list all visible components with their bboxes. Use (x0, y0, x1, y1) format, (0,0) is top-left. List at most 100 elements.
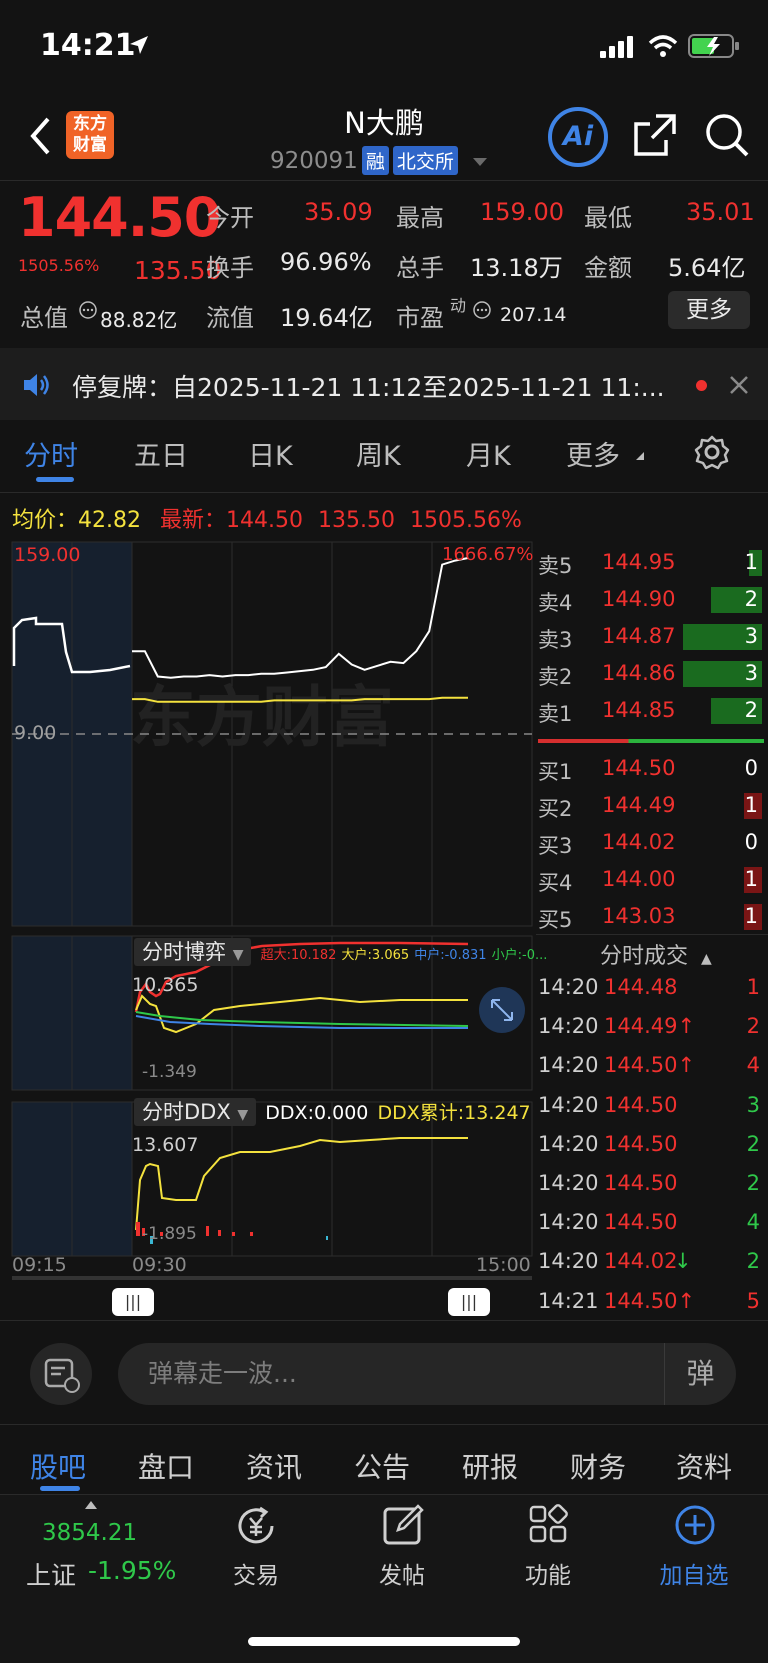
trades-caret-icon: ▲ (701, 951, 712, 967)
tab-finance[interactable]: 财务 (570, 1446, 626, 1486)
index-widget[interactable]: 3854.21 上证 -1.95% (24, 1500, 194, 1600)
pe-sup: 动 (450, 296, 467, 315)
ask-row[interactable]: 卖3 144.87 3 (538, 620, 764, 656)
post-button[interactable]: 发帖 (342, 1504, 462, 1594)
ddx-panel-select[interactable]: 分时DDX ▼ (134, 1098, 257, 1126)
turnover-value: 96.96% (280, 248, 372, 276)
low-value: 35.01 (686, 198, 755, 226)
bid-row[interactable]: 买1 144.50 0 (538, 752, 764, 788)
trade-time: 14:20 (538, 1171, 599, 1195)
tab-daily-k[interactable]: 日K (248, 434, 293, 473)
trade-price: 144.49↑ (604, 1014, 696, 1039)
notice-bar[interactable]: 停复牌：自2025-11-21 11:12至2025-11-21 11:... (0, 348, 768, 420)
price-line (132, 557, 469, 679)
danmu-input[interactable]: 弹幕走一波... (118, 1343, 736, 1405)
ask-row[interactable]: 卖4 144.90 2 (538, 583, 764, 619)
stock-code-row[interactable]: 920091 融北交所 (270, 146, 489, 175)
danmu-settings-icon (44, 1358, 80, 1393)
bid-volume: 1 (744, 867, 758, 891)
ai-button[interactable]: Ai (548, 107, 608, 167)
latest-percent: 1505.56% (409, 508, 522, 533)
info-dots-icon[interactable] (78, 300, 98, 320)
bid-row[interactable]: 买5 143.03 1 (538, 900, 764, 936)
index-name: 上证 (26, 1561, 77, 1590)
tab-monthly-k[interactable]: 月K (466, 434, 511, 473)
bid-row[interactable]: 买4 144.00 1 (538, 863, 764, 899)
ask-row[interactable]: 卖2 144.86 3 (538, 657, 764, 693)
bottom-tab-underline (40, 1486, 80, 1491)
tab-pankou[interactable]: 盘口 (138, 1446, 194, 1486)
tab-intraday[interactable]: 分时 (24, 434, 78, 473)
volume-label: 总手 (396, 254, 444, 282)
game-panel-select[interactable]: 分时博弈 ▼ (134, 938, 252, 966)
function-label: 功能 (525, 1563, 571, 1589)
range-handle-right[interactable]: ||| (448, 1288, 490, 1316)
tab-more[interactable]: 更多 (566, 434, 620, 473)
tab-more-triangle-icon (636, 452, 644, 460)
ddx-select-caret-icon: ▼ (237, 1107, 249, 1123)
trade-volume: 5 (746, 1288, 760, 1313)
tab-announcement[interactable]: 公告 (354, 1446, 410, 1486)
tab-weekly-k[interactable]: 周K (356, 434, 401, 473)
trade-button[interactable]: 交易 (196, 1504, 316, 1594)
search-icon[interactable] (704, 112, 750, 158)
super-value: 超大:10.182 (260, 948, 337, 963)
ask-row[interactable]: 卖1 144.85 2 (538, 694, 764, 730)
trade-time: 14:21 (538, 1288, 599, 1313)
index-value: 3854.21 (42, 1520, 138, 1546)
trade-volume: 3 (746, 1092, 760, 1117)
turnover-label: 换手 (206, 254, 254, 282)
bid-price: 144.50 (602, 756, 676, 780)
pe-info-icon[interactable] (472, 300, 492, 320)
bid-volume: 0 (744, 830, 758, 854)
dropdown-icon (473, 158, 488, 166)
current-price: 144.50 (18, 186, 221, 249)
function-button[interactable]: 功能 (488, 1504, 608, 1594)
tab-five-day[interactable]: 五日 (134, 434, 188, 473)
bid-row[interactable]: 买2 144.49 1 (538, 789, 764, 825)
settings-gear-icon[interactable] (694, 434, 730, 470)
more-button[interactable]: 更多 (668, 291, 750, 329)
ask-volume: 3 (744, 624, 758, 648)
small-line (135, 1011, 469, 1027)
ask-volume: 1 (744, 550, 758, 574)
amount-label: 金额 (584, 254, 632, 282)
open-label: 今开 (206, 204, 254, 232)
ask-row[interactable]: 卖5 144.95 1 (538, 546, 764, 582)
amount-value: 5.64亿 (668, 254, 746, 282)
game-panel-label: 分时博弈 (142, 940, 226, 964)
tab-guba[interactable]: 股吧 (30, 1446, 86, 1486)
tab-research[interactable]: 研报 (462, 1446, 518, 1486)
chart-bottom-divider (0, 1320, 768, 1321)
ask-label: 卖1 (538, 702, 573, 726)
bid-volume: 1 (744, 793, 758, 817)
share-icon[interactable] (632, 112, 678, 158)
notice-dot (696, 380, 707, 391)
danmu-toggle-button[interactable] (30, 1343, 92, 1405)
latest-change: 135.50 (318, 508, 395, 533)
trade-time: 14:20 (538, 1210, 599, 1235)
x-tick-open: 09:30 (132, 1254, 187, 1276)
wifi-icon (648, 35, 678, 57)
bid-volume: 1 (744, 904, 758, 928)
intraday-chart[interactable]: 东方财富 (0, 540, 536, 1280)
signal-icon (600, 36, 633, 58)
status-time: 14:21 (40, 28, 136, 63)
header-divider (0, 180, 768, 181)
tab-profile[interactable]: 资料 (676, 1446, 732, 1486)
danmu-divider (0, 1424, 768, 1425)
range-handle-left[interactable]: ||| (112, 1288, 154, 1316)
close-icon[interactable] (728, 374, 750, 396)
tab-underline (36, 477, 74, 482)
ask-label: 卖2 (538, 665, 573, 689)
bid-row[interactable]: 买3 144.02 0 (538, 826, 764, 862)
trade-price: 144.48 (604, 975, 678, 999)
bid-label: 买1 (538, 760, 573, 784)
pct-top-label: 1666.67% (442, 544, 534, 565)
danmu-send-button[interactable]: 弹 (664, 1343, 736, 1405)
add-watchlist-button[interactable]: 加自选 (634, 1504, 754, 1594)
price-top-label: 159.00 (14, 544, 81, 566)
tab-news[interactable]: 资讯 (246, 1446, 302, 1486)
trades-header[interactable]: 分时成交 ▲ (600, 938, 712, 970)
post-label: 发帖 (379, 1563, 425, 1589)
